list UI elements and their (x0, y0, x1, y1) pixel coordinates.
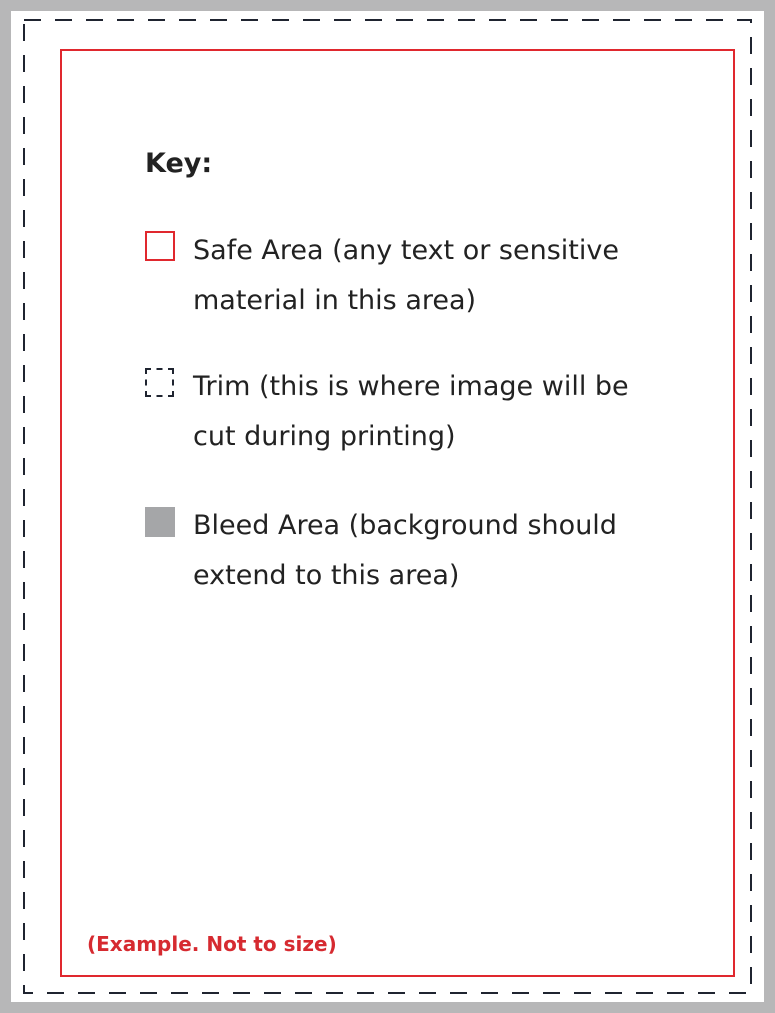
safe-area-swatch-icon (145, 231, 175, 261)
example-note: (Example. Not to size) (87, 932, 337, 956)
bleed-area-swatch-icon (145, 507, 175, 537)
key-item-label: Bleed Area (background should extend to … (193, 501, 713, 601)
key-item-line: Bleed Area (background should (193, 510, 617, 541)
key-item-line: Trim (this is where image will be (193, 371, 629, 402)
key-item-label: Trim (this is where image will be cut du… (193, 362, 713, 462)
trim-swatch-icon (145, 368, 174, 397)
key-item-line: Safe Area (any text or sensitive (193, 235, 619, 266)
key-item-line: extend to this area) (193, 560, 460, 591)
key-title: Key: (145, 148, 213, 179)
key-item-label: Safe Area (any text or sensitive materia… (193, 226, 713, 326)
key-item-line: cut during printing) (193, 421, 456, 452)
key-item-line: material in this area) (193, 285, 477, 316)
